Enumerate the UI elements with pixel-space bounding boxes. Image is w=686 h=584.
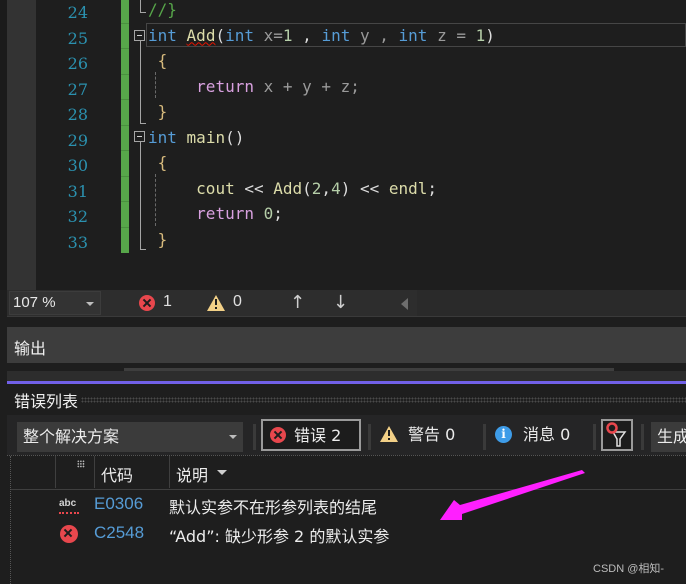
annotation-arrow-shape bbox=[440, 470, 585, 520]
watermark: CSDN @相知- bbox=[593, 563, 665, 575]
annotation-arrow bbox=[440, 470, 585, 520]
